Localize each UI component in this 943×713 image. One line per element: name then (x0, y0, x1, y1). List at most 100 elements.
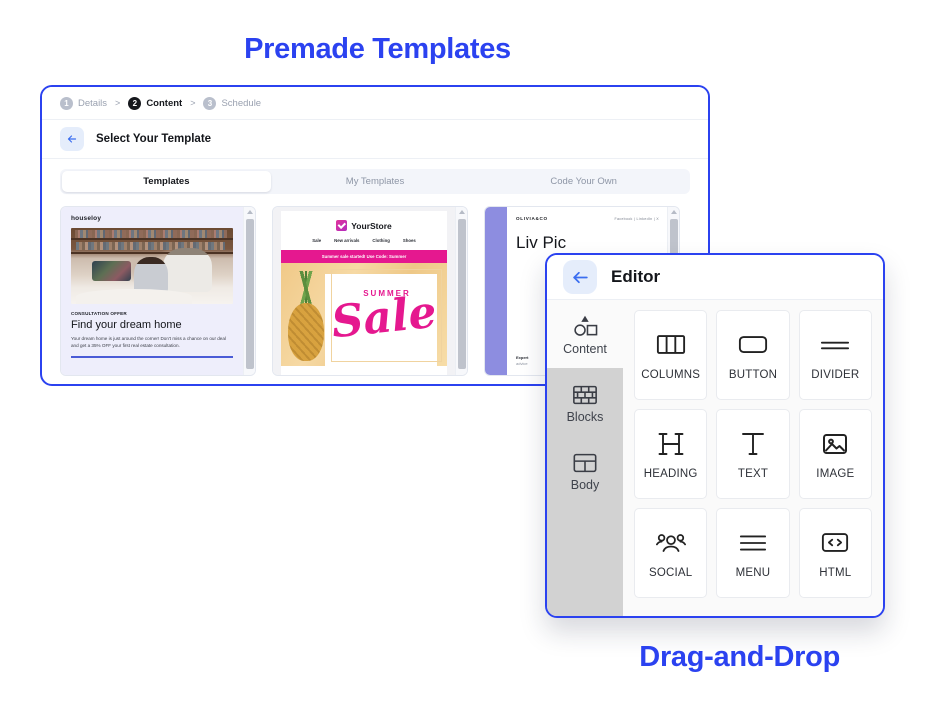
template-social-links: Facebook | LinkedIn | X (614, 216, 659, 221)
step-number: 1 (60, 96, 73, 110)
template-nav: Sale New arrivals Clothing Shoes (281, 238, 447, 243)
block-label: BUTTON (728, 368, 778, 381)
editor-header: Editor (547, 255, 883, 300)
template-eyebrow: CONSULTATION OFFER (71, 311, 127, 316)
breadcrumb-separator: > (190, 98, 196, 108)
footnote-text: Expert (516, 354, 529, 360)
menu-icon (739, 528, 767, 558)
block-label: MENU (735, 566, 771, 579)
template-source-tabs: Templates My Templates Code Your Own (60, 169, 690, 194)
page-title-premade-templates: Premade Templates (244, 33, 511, 65)
pineapple-graphic (283, 271, 329, 363)
block-label: SOCIAL (648, 566, 693, 579)
arrow-left-icon (571, 268, 590, 287)
nav-item-shoes: Shoes (402, 238, 416, 243)
block-label: IMAGE (816, 467, 855, 480)
step-number: 3 (203, 96, 217, 110)
template-promo-banner: Summer sale started! Use Code: Summer (281, 250, 447, 263)
block-label: HTML (819, 566, 852, 579)
block-image[interactable]: IMAGE (798, 409, 872, 499)
breadcrumb: 1 Details > 2 Content > 3 Schedule (42, 87, 708, 120)
template-preview-houseloy: houseloy CONSULTATION OFFER Find your dr… (61, 207, 243, 375)
template-footnote: Expert advice (516, 355, 528, 367)
scrollbar-thumb[interactable] (458, 219, 466, 369)
template-side-band (485, 207, 507, 375)
step-label: Content (146, 97, 183, 109)
block-button[interactable]: BUTTON (716, 310, 790, 400)
divider-icon (820, 330, 850, 360)
editor-back-button[interactable] (563, 260, 597, 294)
hero-word: Sale (329, 286, 439, 349)
content-blocks-grid: COLUMNS BUTTON DIVIDER HEADING TEXT IMAG… (623, 300, 883, 616)
code-icon (821, 528, 849, 558)
text-icon (740, 429, 766, 459)
bricks-icon (572, 381, 598, 407)
sidebar-item-content[interactable]: Content (547, 300, 623, 368)
editor-window: Editor Content Blocks Body COLUMNS BUTTO… (545, 253, 885, 618)
scroll-up-icon[interactable] (670, 210, 677, 214)
template-preview-yourstore: YourStore Sale New arrivals Clothing Sho… (273, 207, 455, 375)
template-scrollbar[interactable] (243, 207, 255, 375)
template-logo: houseloy (71, 215, 102, 222)
step-label: Schedule (221, 97, 262, 109)
template-hero-photo (71, 228, 233, 304)
template-card[interactable]: houseloy CONSULTATION OFFER Find your dr… (60, 206, 256, 376)
image-icon (822, 429, 848, 459)
footnote-subtext: advice (516, 361, 528, 366)
columns-icon (656, 330, 686, 360)
brand-logo-icon (336, 220, 348, 231)
block-columns[interactable]: COLUMNS (634, 310, 708, 400)
tab-templates[interactable]: Templates (62, 171, 271, 192)
sidebar-item-label: Content (563, 341, 607, 356)
block-label: DIVIDER (811, 368, 860, 381)
promo-text: Summer sale started! Use Code: Summer (321, 254, 407, 259)
block-label: TEXT (737, 467, 769, 480)
nav-item-clothing: Clothing (372, 238, 390, 243)
editor-title: Editor (611, 267, 661, 286)
block-text[interactable]: TEXT (716, 409, 790, 499)
tab-my-templates[interactable]: My Templates (271, 171, 480, 192)
template-heading: Find your dream home (71, 319, 182, 331)
breadcrumb-step-schedule[interactable]: 3 Schedule (203, 96, 262, 110)
template-scrollbar[interactable] (455, 207, 467, 375)
scrollbar-thumb[interactable] (246, 219, 254, 369)
template-body-text: Your dream home is just around the corne… (71, 336, 226, 349)
breadcrumb-step-details[interactable]: 1 Details (60, 96, 108, 110)
brand-name: YourStore (351, 220, 392, 231)
block-heading[interactable]: HEADING (634, 409, 708, 499)
sidebar-item-label: Blocks (566, 409, 604, 424)
block-menu[interactable]: MENU (716, 508, 790, 598)
editor-body: Content Blocks Body COLUMNS BUTTON DIVID… (547, 300, 883, 616)
block-label: COLUMNS (641, 368, 701, 381)
scroll-up-icon[interactable] (458, 210, 465, 214)
step-label: Details (78, 97, 108, 109)
scroll-up-icon[interactable] (246, 210, 253, 214)
breadcrumb-step-content[interactable]: 2 Content (128, 96, 183, 110)
back-button[interactable] (60, 127, 84, 151)
step-number: 2 (128, 96, 142, 110)
nav-item-sale: Sale (312, 238, 322, 243)
sidebar-item-label: Body (570, 477, 600, 492)
block-label: HEADING (643, 467, 698, 480)
breadcrumb-separator: > (115, 98, 121, 108)
tab-code-your-own[interactable]: Code Your Own (479, 171, 688, 192)
block-divider[interactable]: DIVIDER (798, 310, 872, 400)
nav-item-new-arrivals: New arrivals (334, 238, 360, 243)
template-hero: SUMMER Sale (281, 263, 447, 366)
block-html[interactable]: HTML (798, 508, 872, 598)
editor-sidebar: Content Blocks Body (547, 300, 623, 616)
sidebar-item-body[interactable]: Body (547, 436, 623, 504)
template-card[interactable]: YourStore Sale New arrivals Clothing Sho… (272, 206, 468, 376)
sidebar-item-blocks[interactable]: Blocks (547, 368, 623, 436)
block-social[interactable]: SOCIAL (634, 508, 708, 598)
social-icon (655, 528, 687, 558)
arrow-left-icon (66, 133, 78, 145)
layout-icon (572, 449, 598, 475)
template-logo: OLIVIA&CO (516, 216, 548, 221)
template-heading: Liv Pic (516, 233, 567, 252)
page-title: Select Your Template (96, 133, 212, 145)
window-title-row: Select Your Template (42, 120, 708, 159)
page-title-drag-and-drop: Drag-and-Drop (639, 641, 840, 673)
heading-icon (657, 429, 685, 459)
template-divider (71, 356, 233, 359)
